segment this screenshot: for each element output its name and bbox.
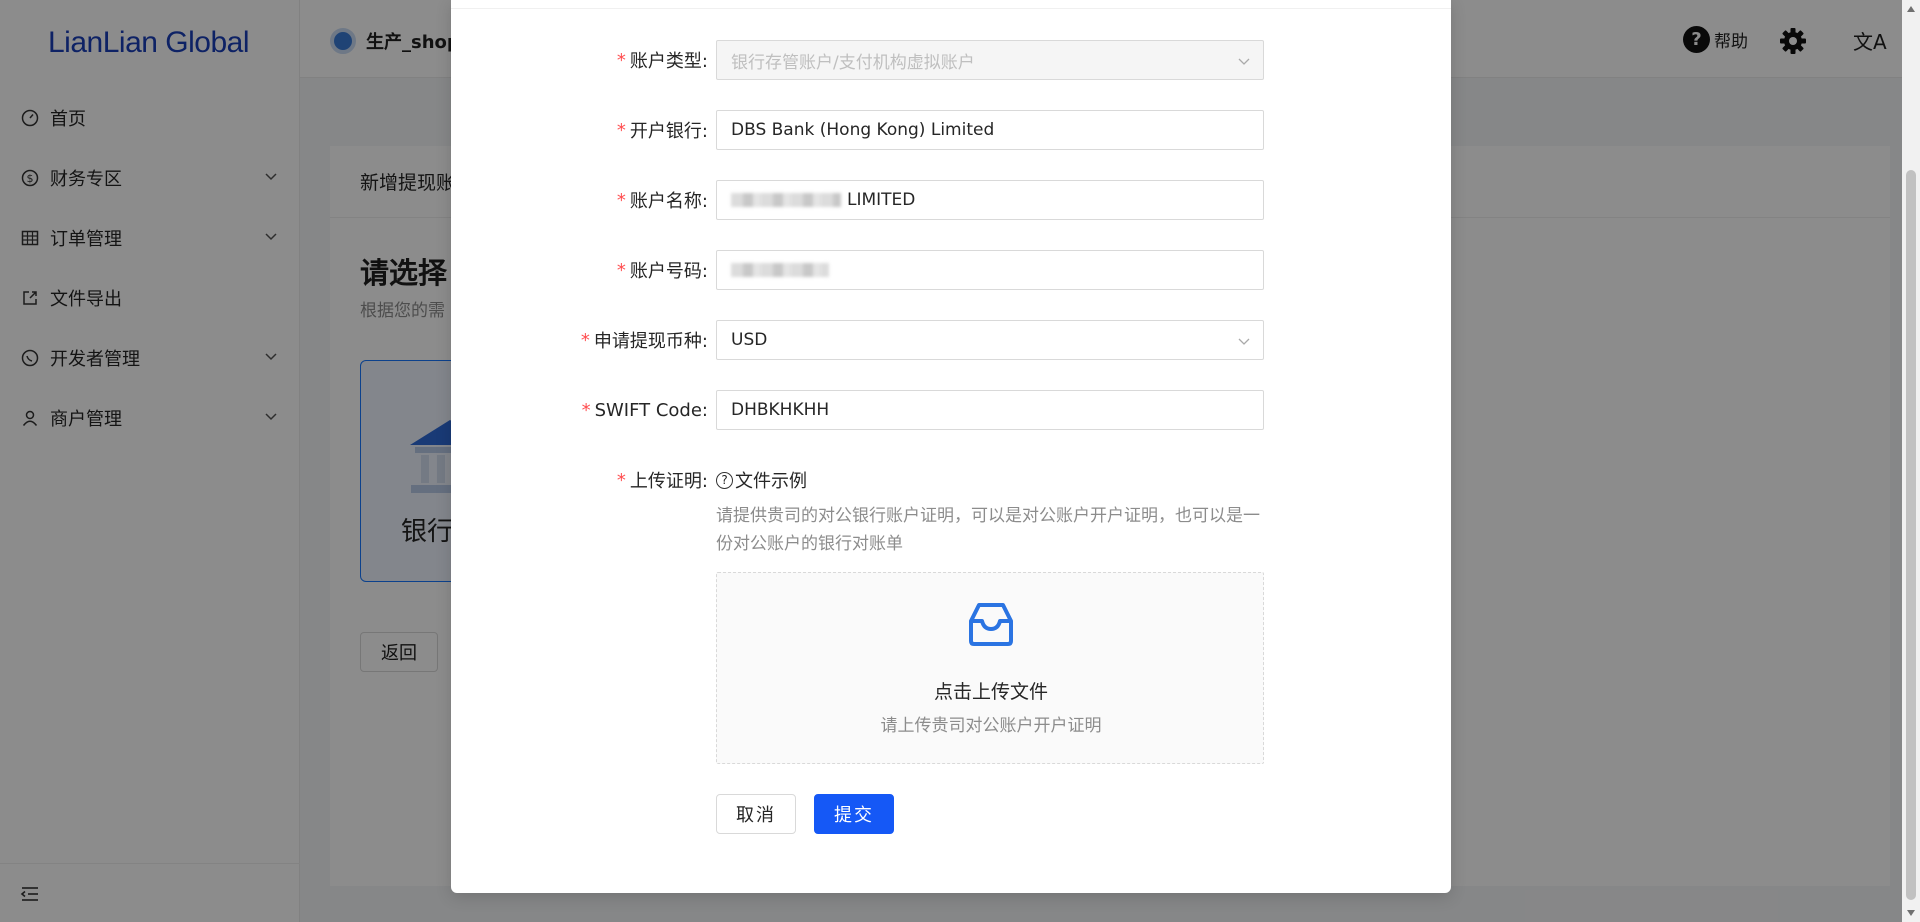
input-value: LIMITED	[847, 190, 916, 210]
dropzone-title: 点击上传文件	[933, 681, 1048, 703]
inbox-icon	[969, 603, 1013, 646]
account-type-select[interactable]: 银行存管账户/支付机构虚拟账户	[716, 40, 1264, 80]
required-mark: *	[616, 119, 626, 141]
redacted-text	[731, 193, 841, 207]
account-name-label: * 账户名称:	[617, 180, 708, 220]
currency-select[interactable]: USD	[716, 320, 1264, 360]
account-number-row: * 账户号码:	[451, 250, 1451, 290]
dropzone-subtitle: 请上传贵司对公账户开户证明	[880, 716, 1102, 736]
required-mark: *	[616, 259, 626, 281]
account-type-label: * 账户类型:	[617, 40, 708, 80]
label-text: SWIFT Code:	[594, 399, 708, 421]
bank-input[interactable]: DBS Bank (Hong Kong) Limited	[716, 110, 1264, 150]
swift-row: * SWIFT Code: DHBKHKHH	[451, 390, 1451, 430]
currency-row: * 申请提现币种: USD	[451, 320, 1451, 360]
scroll-down-icon[interactable]	[1907, 910, 1915, 916]
required-mark: *	[616, 469, 626, 491]
cancel-button[interactable]: 取消	[716, 794, 796, 834]
add-withdrawal-account-modal: * 账户类型: 银行存管账户/支付机构虚拟账户 * 开户银行: DBS Bank (…	[451, 0, 1451, 893]
label-text: 开户银行:	[629, 121, 708, 142]
chevron-down-icon	[1238, 58, 1250, 65]
swift-input[interactable]: DHBKHKHH	[716, 390, 1264, 430]
required-mark: *	[581, 399, 591, 421]
upload-proof-label: * 上传证明:	[617, 460, 708, 500]
file-example-link[interactable]: ? 文件示例	[716, 460, 807, 500]
label-text: 账户类型:	[629, 51, 708, 72]
example-label: 文件示例	[735, 471, 807, 492]
select-value: 银行存管账户/支付机构虚拟账户	[731, 52, 975, 73]
required-mark: *	[580, 329, 590, 351]
account-number-label: * 账户号码:	[617, 250, 708, 290]
label-text: 上传证明:	[629, 471, 708, 492]
required-mark: *	[616, 189, 626, 211]
bank-label: * 开户银行:	[617, 110, 708, 150]
select-value: USD	[731, 330, 768, 350]
account-name-input[interactable]: LIMITED	[716, 180, 1264, 220]
account-number-input[interactable]	[716, 250, 1264, 290]
input-value: DBS Bank (Hong Kong) Limited	[731, 120, 995, 140]
currency-label: * 申请提现币种:	[581, 320, 708, 360]
scroll-thumb[interactable]	[1906, 170, 1916, 900]
scrollbar[interactable]	[1902, 0, 1920, 922]
account-name-row: * 账户名称: LIMITED	[451, 180, 1451, 220]
label-text: 账户号码:	[629, 261, 708, 282]
redacted-text	[731, 263, 829, 277]
modal-divider	[451, 8, 1451, 9]
upload-dropzone[interactable]: 点击上传文件 请上传贵司对公账户开户证明	[716, 572, 1264, 764]
bank-row: * 开户银行: DBS Bank (Hong Kong) Limited	[451, 110, 1451, 150]
scroll-up-icon[interactable]	[1907, 6, 1915, 12]
required-mark: *	[616, 49, 626, 71]
label-text: 申请提现币种:	[593, 331, 708, 352]
submit-button[interactable]: 提交	[814, 794, 894, 834]
swift-label: * SWIFT Code:	[582, 390, 708, 430]
upload-hint: 请提供贵司的对公银行账户证明，可以是对公账户开户证明，也可以是一份对公账户的银行…	[716, 506, 1260, 554]
question-circle-icon: ?	[716, 471, 733, 489]
input-value: DHBKHKHH	[731, 400, 830, 420]
account-type-row: * 账户类型: 银行存管账户/支付机构虚拟账户	[451, 40, 1451, 80]
chevron-down-icon	[1238, 338, 1250, 345]
label-text: 账户名称:	[629, 191, 708, 212]
